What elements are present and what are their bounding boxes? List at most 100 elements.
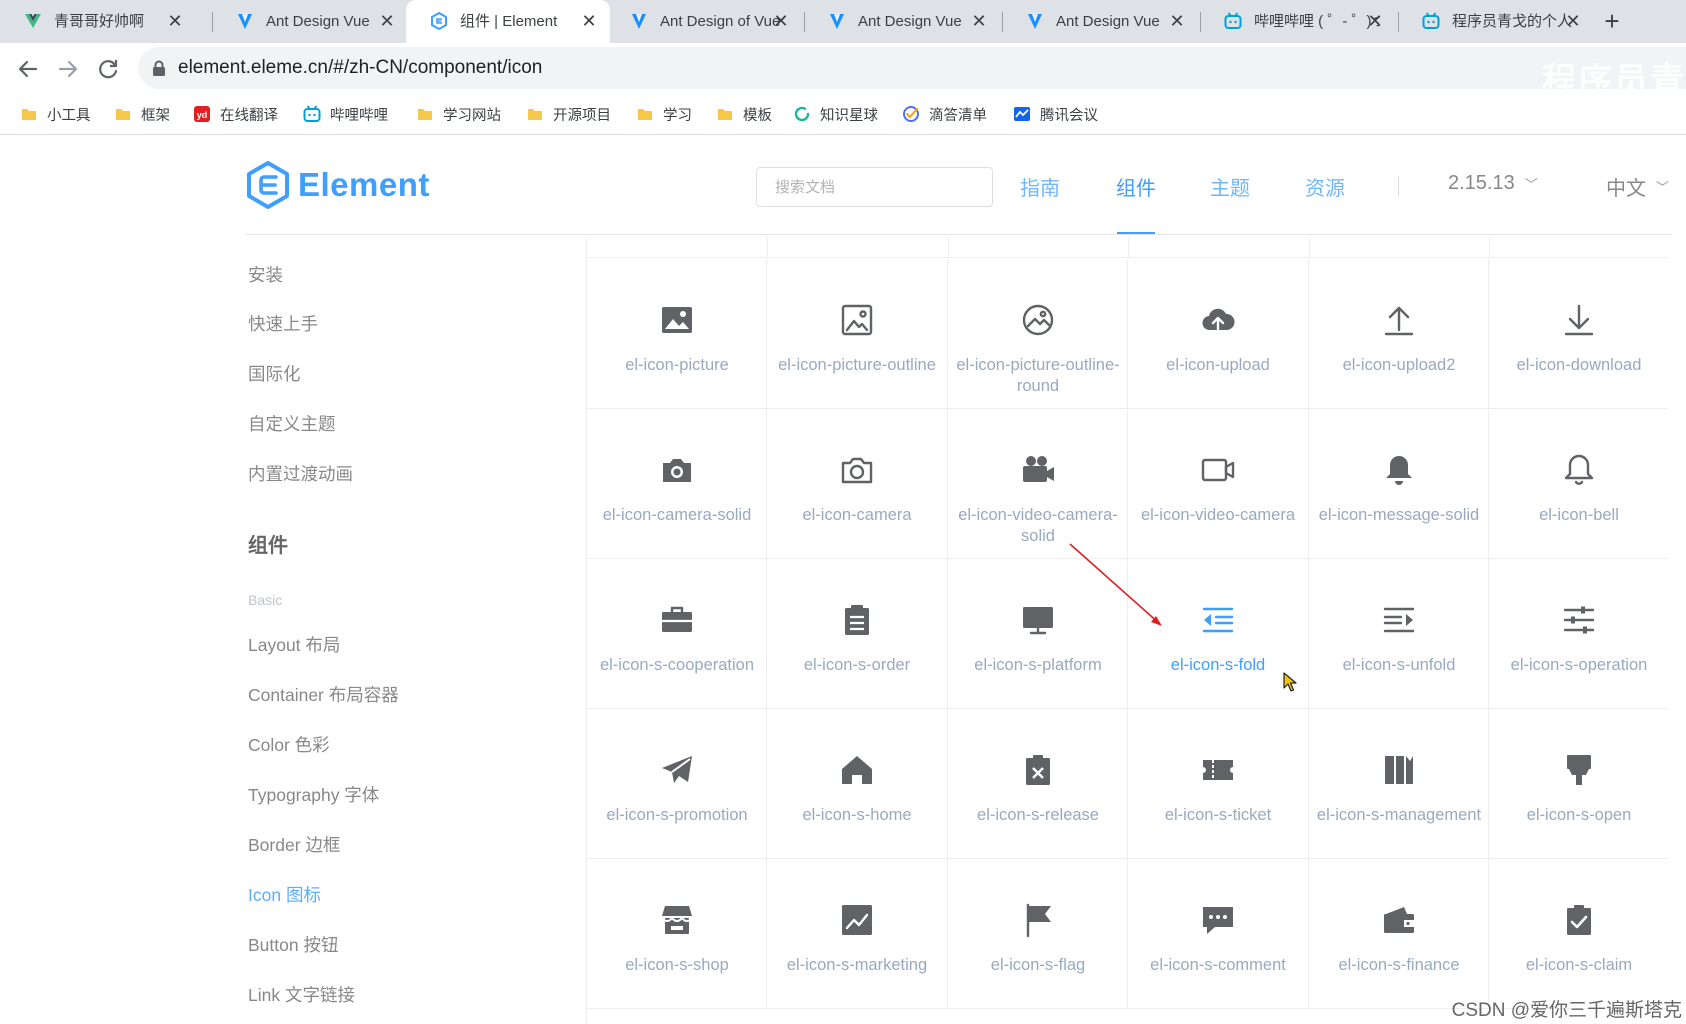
browser-tab[interactable]: Ant Design Vue ✕	[1002, 0, 1198, 43]
bookmark-item[interactable]: 知识星球	[793, 103, 878, 125]
icon-cell[interactable]: el-icon-s-marketing	[767, 859, 948, 1009]
icon-cell[interactable]: el-icon-s-finance	[1309, 859, 1489, 1009]
close-icon[interactable]: ✕	[1166, 10, 1188, 32]
sidebar-item[interactable]: 内置过渡动画	[248, 461, 353, 486]
browser-tab[interactable]: 组件 | Element ✕	[406, 0, 610, 43]
icon-cell[interactable]: el-icon-s-comment	[1128, 859, 1309, 1009]
sidebar-item[interactable]: 自定义主题	[248, 411, 336, 436]
sidebar-item[interactable]: Container 布局容器	[248, 682, 399, 707]
sidebar-item[interactable]: 国际化	[248, 361, 301, 386]
icon-cell[interactable]: el-icon-video-camera-solid	[948, 409, 1128, 559]
bookmark-item[interactable]: yd 在线翻译	[193, 103, 278, 125]
sidebar-item[interactable]: Typography 字体	[248, 782, 379, 807]
bookmark-label: 框架	[141, 107, 170, 124]
sidebar-item[interactable]: Link 文字链接	[248, 982, 355, 1007]
tab-separator	[1200, 12, 1201, 32]
language-dropdown[interactable]: 中文 ﹀	[1606, 172, 1669, 201]
s-comment-icon	[1200, 902, 1236, 938]
bookmark-item[interactable]: 哔哩哔哩	[303, 103, 388, 125]
browser-tab[interactable]: 青哥哥好帅啊 ✕	[0, 0, 196, 43]
icon-cell[interactable]: el-icon-s-open	[1489, 709, 1668, 859]
browser-tab[interactable]: Ant Design Vue ✕	[804, 0, 1000, 43]
icon-name: el-icon-s-finance	[1338, 956, 1460, 974]
browser-tab[interactable]: Ant Design of Vue ✕	[606, 0, 802, 43]
bookmark-item[interactable]: 滴答清单	[902, 103, 987, 125]
sidebar-item[interactable]: Button 按钮	[248, 932, 338, 957]
icon-cell[interactable]: el-icon-s-promotion	[587, 709, 767, 859]
icon-grid: el-icon-picture el-icon-picture-outline el…	[586, 237, 1668, 1024]
sidebar-item[interactable]: Color 色彩	[248, 732, 330, 757]
icon-cell[interactable]: el-icon-s-operation	[1489, 559, 1668, 709]
close-icon[interactable]: ✕	[578, 10, 600, 32]
folder-icon	[20, 105, 38, 123]
icon-cell[interactable]: el-icon-picture-outline	[767, 259, 948, 409]
icon-cell[interactable]: el-icon-s-cooperation	[587, 559, 767, 709]
element-logo[interactable]: Element	[246, 160, 430, 210]
folder-icon	[114, 105, 132, 123]
bookmark-label: 腾讯会议	[1040, 107, 1098, 124]
bookmark-item[interactable]: 学习	[636, 103, 692, 125]
icon-cell[interactable]: el-icon-s-release	[948, 709, 1128, 859]
sidebar-item[interactable]: Layout 布局	[248, 632, 340, 657]
icon-cell[interactable]: el-icon-video-camera	[1128, 409, 1309, 559]
icon-cell[interactable]: el-icon-download	[1489, 259, 1668, 409]
icon-name: el-icon-upload	[1166, 356, 1270, 374]
sidebar-item[interactable]: Icon 图标	[248, 882, 321, 907]
bookmark-label: 小工具	[47, 107, 91, 124]
version-dropdown[interactable]: 2.15.13 ﹀	[1448, 172, 1538, 195]
icon-name: el-icon-s-claim	[1525, 956, 1633, 974]
close-icon[interactable]: ✕	[1364, 10, 1386, 32]
sidebar-item[interactable]: Border 边框	[248, 832, 340, 857]
icon-cell[interactable]: el-icon-s-fold	[1128, 559, 1309, 709]
icon-cell[interactable]: el-icon-camera	[767, 409, 948, 559]
bookmark-item[interactable]: 腾讯会议	[1013, 103, 1098, 125]
bookmark-label: 学习网站	[443, 107, 501, 124]
search-input[interactable]	[756, 167, 993, 207]
icon-cell[interactable]: el-icon-s-ticket	[1128, 709, 1309, 859]
icon-cell[interactable]: el-icon-s-flag	[948, 859, 1128, 1009]
new-tab-button[interactable]: +	[1598, 8, 1626, 36]
browser-tab[interactable]: Ant Design Vue ✕	[212, 0, 408, 43]
bookmark-item[interactable]: 框架	[114, 103, 170, 125]
element-logo-icon	[247, 161, 289, 209]
close-icon[interactable]: ✕	[968, 10, 990, 32]
close-icon[interactable]: ✕	[770, 10, 792, 32]
sidebar-item[interactable]: 快速上手	[248, 311, 318, 336]
icon-name: el-icon-s-fold	[1170, 656, 1266, 674]
nav-link[interactable]: 资源	[1305, 172, 1345, 201]
close-icon[interactable]: ✕	[1562, 10, 1584, 32]
icon-cell[interactable]: el-icon-picture	[587, 259, 767, 409]
nav-link[interactable]: 指南	[1020, 172, 1060, 201]
reload-icon	[99, 60, 118, 79]
icon-cell[interactable]: el-icon-s-order	[767, 559, 948, 709]
icon-cell[interactable]: el-icon-picture-outline-round	[948, 259, 1128, 409]
icon-cell[interactable]: el-icon-upload2	[1309, 259, 1489, 409]
bookmark-item[interactable]: 学习网站	[416, 103, 501, 125]
icon-cell[interactable]: el-icon-s-platform	[948, 559, 1128, 709]
forward-button[interactable]	[54, 55, 82, 83]
reload-button[interactable]	[94, 55, 122, 83]
bookmark-label: 模板	[743, 107, 772, 124]
close-icon[interactable]: ✕	[376, 10, 398, 32]
icon-cell[interactable]: el-icon-upload	[1128, 259, 1309, 409]
sidebar-item[interactable]: 安装	[248, 262, 283, 287]
bookmark-item[interactable]: 模板	[716, 103, 772, 125]
browser-tab[interactable]: 程序员青戈的个人 ✕	[1398, 0, 1594, 43]
browser-tab[interactable]: 哔哩哔哩 ( ゜- ゜)つ ✕	[1200, 0, 1396, 43]
bookmark-item[interactable]: 小工具	[20, 103, 91, 125]
bookmark-item[interactable]: 开源项目	[526, 103, 611, 125]
icon-name: el-icon-camera	[802, 506, 912, 524]
icon-cell[interactable]: el-icon-s-home	[767, 709, 948, 859]
icon-cell[interactable]: el-icon-bell	[1489, 409, 1668, 559]
address-bar[interactable]: element.eleme.cn/#/zh-CN/component/icon …	[138, 47, 1686, 100]
close-icon[interactable]: ✕	[164, 10, 186, 32]
nav-link[interactable]: 组件	[1116, 172, 1156, 201]
icon-cell[interactable]: el-icon-s-shop	[587, 859, 767, 1009]
icon-cell[interactable]: el-icon-s-management	[1309, 709, 1489, 859]
icon-cell[interactable]: el-icon-s-claim	[1489, 859, 1668, 1009]
icon-cell[interactable]: el-icon-camera-solid	[587, 409, 767, 559]
icon-cell[interactable]: el-icon-s-unfold	[1309, 559, 1489, 709]
back-button[interactable]	[14, 55, 42, 83]
nav-link[interactable]: 主题	[1210, 172, 1250, 201]
icon-cell[interactable]: el-icon-message-solid	[1309, 409, 1489, 559]
